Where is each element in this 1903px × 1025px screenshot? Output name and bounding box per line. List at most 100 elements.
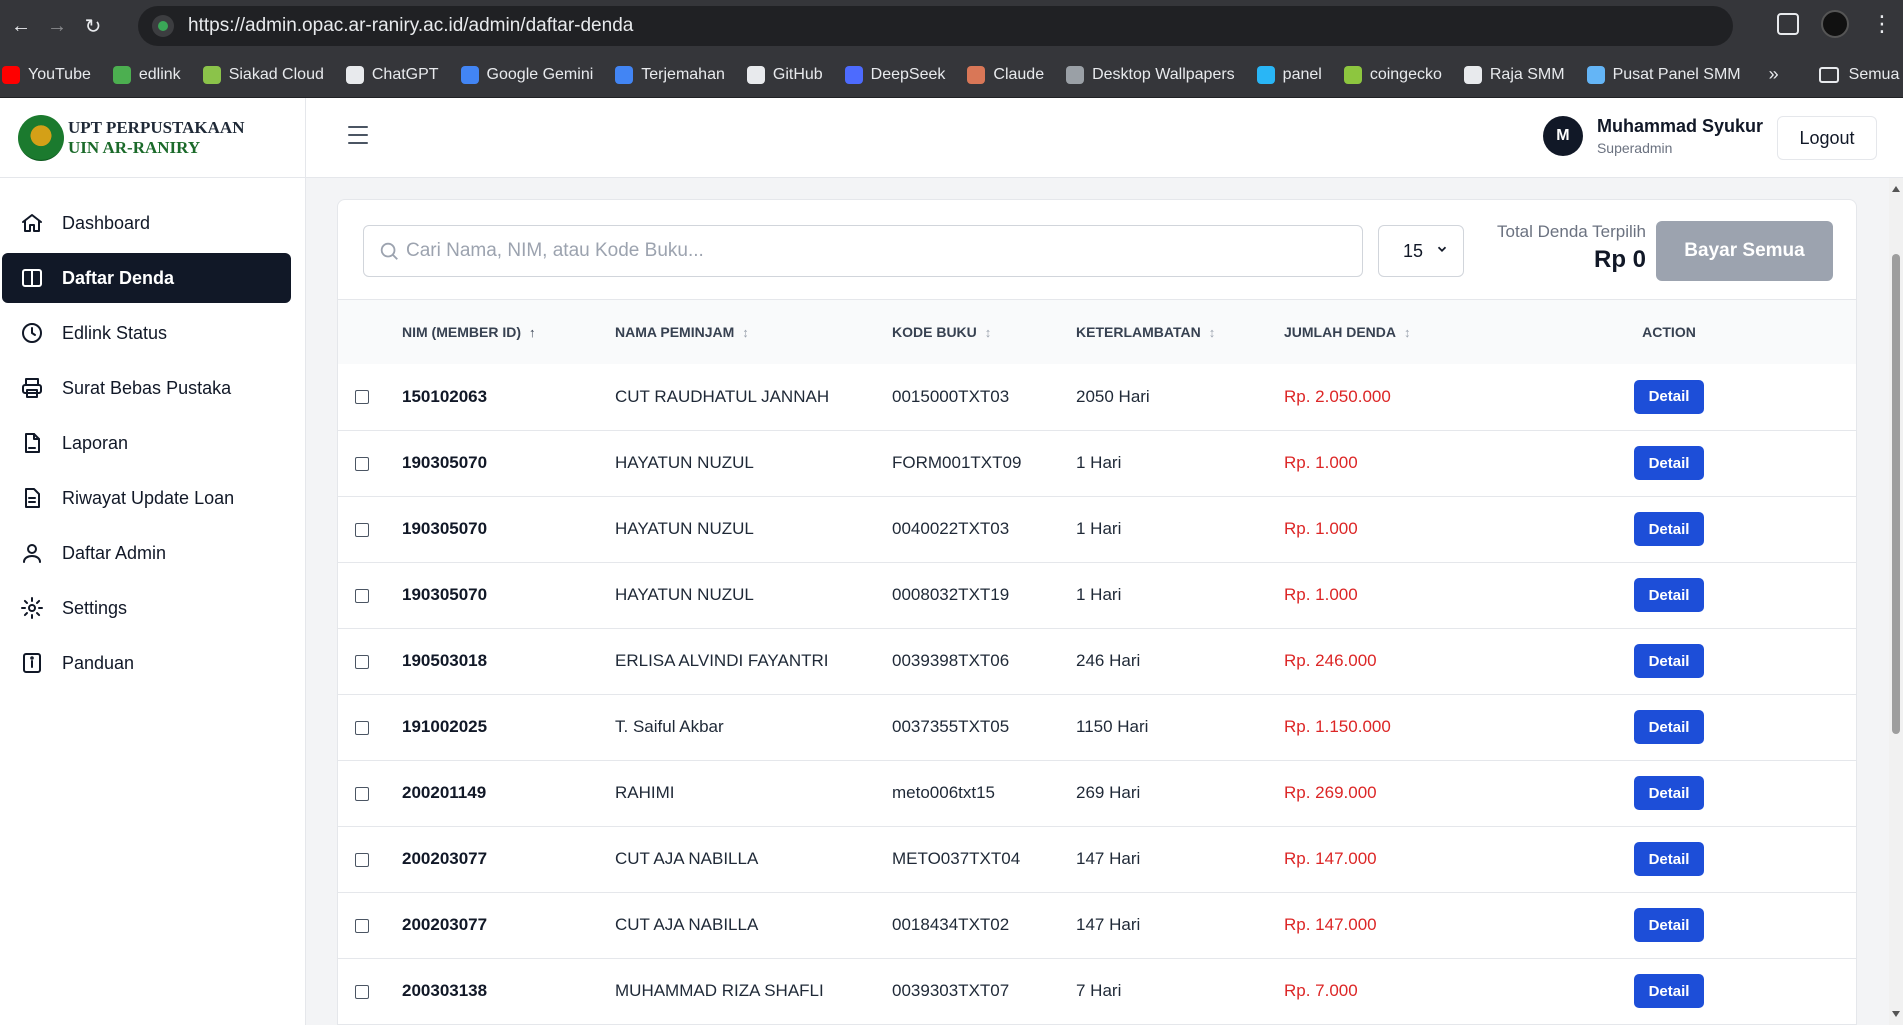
sort-icon[interactable]: ↕	[985, 325, 992, 340]
forward-arrow-icon[interactable]: →	[42, 11, 72, 41]
hamburger-menu-icon[interactable]	[348, 126, 368, 144]
column-header-fine[interactable]: JUMLAH DENDA ↕	[1284, 300, 1484, 364]
sidebar-item-label: Riwayat Update Loan	[62, 487, 235, 508]
row-checkbox[interactable]	[355, 720, 369, 735]
bookmark-favicon-icon	[112, 65, 131, 84]
detail-button[interactable]: Detail	[1634, 842, 1704, 876]
search-box[interactable]	[363, 225, 1363, 277]
row-checkbox[interactable]	[355, 522, 369, 537]
sidebar-item-daftar-denda[interactable]: Daftar Denda	[2, 253, 291, 303]
nim-cell: 200203077	[402, 849, 488, 868]
sidebar-item-settings[interactable]: Settings	[2, 583, 303, 633]
detail-button[interactable]: Detail	[1634, 512, 1704, 546]
filter-bar: 15 Total Denda Terpilih Rp 0 Bayar Semua	[338, 200, 1856, 300]
column-header-name[interactable]: NAMA PEMINJAM ↕	[615, 300, 892, 364]
top-bar: M Muhammad Syukur Superadmin Logout	[306, 98, 1903, 178]
bookmark-item[interactable]: DeepSeek	[844, 65, 945, 84]
bookmark-item[interactable]: panel	[1256, 65, 1322, 84]
sidebar-item-label: Daftar Denda	[62, 267, 175, 288]
row-checkbox[interactable]	[355, 918, 369, 933]
sidebar-item-daftar-admin[interactable]: Daftar Admin	[2, 528, 303, 578]
sort-icon[interactable]: ↕	[1209, 325, 1216, 340]
per-page-select[interactable]: 15	[1378, 225, 1464, 277]
sidebar-item-label: Panduan	[62, 652, 135, 673]
brand-logo[interactable]: UPT PERPUSTAKAAN UIN AR-RANIRY	[0, 98, 305, 178]
browser-menu-icon[interactable]: ⋮	[1871, 13, 1893, 35]
detail-button[interactable]: Detail	[1634, 379, 1704, 414]
site-info-icon[interactable]	[152, 15, 174, 37]
detail-button[interactable]: Detail	[1634, 908, 1704, 942]
sort-icon[interactable]: ↕	[742, 325, 749, 340]
sidebar-item-label: Dashboard	[62, 212, 151, 233]
detail-button[interactable]: Detail	[1634, 974, 1704, 1008]
row-checkbox[interactable]	[355, 786, 369, 801]
detail-button[interactable]: Detail	[1634, 446, 1704, 480]
row-checkbox[interactable]	[355, 984, 369, 999]
sidebar-item-surat-bebas-pustaka[interactable]: Surat Bebas Pustaka	[2, 363, 303, 413]
more-bookmarks-icon[interactable]: »	[1769, 64, 1779, 85]
all-bookmarks-folder[interactable]: Semua Bookmark	[1818, 66, 1903, 84]
bookmark-favicon-icon	[1066, 65, 1085, 84]
sidebar-item-dashboard[interactable]: Dashboard	[2, 198, 303, 248]
sidebar-item-laporan[interactable]: Laporan	[2, 418, 303, 468]
book-code-cell: 0040022TXT03	[892, 519, 1010, 538]
row-checkbox[interactable]	[355, 456, 369, 471]
name-cell: HAYATUN NUZUL	[615, 453, 754, 472]
table-row: 200203077 CUT AJA NABILLA METO037TXT04 147 …	[338, 826, 1856, 892]
column-header-code[interactable]: KODE BUKU ↕	[892, 300, 1076, 364]
sidebar-item-panduan[interactable]: Panduan	[2, 638, 303, 688]
sidebar-item-riwayat-update-loan[interactable]: Riwayat Update Loan	[2, 473, 303, 523]
book-code-cell: 0037355TXT05	[892, 717, 1010, 736]
column-header-nim[interactable]: NIM (MEMBER ID) ↑	[402, 300, 615, 364]
address-bar[interactable]: https://admin.opac.ar-raniry.ac.id/admin…	[138, 6, 1733, 46]
bookmark-item[interactable]: coingecko	[1343, 65, 1442, 84]
bookmark-item[interactable]: GitHub	[746, 65, 823, 84]
pay-all-button[interactable]: Bayar Semua	[1656, 221, 1833, 281]
scroll-thumb[interactable]	[1892, 254, 1900, 734]
bookmark-item[interactable]: Claude	[967, 65, 1044, 84]
bookmark-favicon-icon	[345, 65, 364, 84]
bookmark-item[interactable]: Desktop Wallpapers	[1066, 65, 1235, 84]
fine-cell: Rp. 7.000	[1284, 981, 1358, 1000]
total-label: Total Denda Terpilih	[1497, 222, 1646, 241]
fine-cell: Rp. 269.000	[1284, 783, 1377, 802]
url-text[interactable]: https://admin.opac.ar-raniry.ac.id/admin…	[188, 15, 633, 37]
logout-button[interactable]: Logout	[1777, 116, 1877, 160]
bookmark-item[interactable]: Terjemahan	[615, 65, 725, 84]
late-cell: 1 Hari	[1076, 585, 1122, 604]
scroll-up-icon[interactable]	[1892, 186, 1900, 192]
profile-avatar[interactable]	[1821, 10, 1849, 38]
sort-asc-icon[interactable]: ↑	[529, 325, 536, 340]
row-checkbox[interactable]	[355, 588, 369, 603]
sidebar-item-label: Daftar Admin	[62, 542, 167, 563]
bookmark-item[interactable]: Raja SMM	[1463, 65, 1565, 84]
bookmark-item[interactable]: ChatGPT	[345, 65, 439, 84]
row-checkbox[interactable]	[355, 852, 369, 867]
detail-button[interactable]: Detail	[1634, 578, 1704, 612]
info-icon	[23, 653, 41, 673]
nim-cell: 200201149	[402, 783, 487, 802]
bookmark-label: Pusat Panel SMM	[1612, 65, 1741, 83]
late-cell: 7 Hari	[1076, 981, 1122, 1000]
scroll-down-icon[interactable]	[1892, 1011, 1900, 1017]
detail-button[interactable]: Detail	[1634, 644, 1704, 678]
sidebar-item-edlink-status[interactable]: Edlink Status	[2, 308, 303, 358]
bookmark-item[interactable]: Siakad Cloud	[202, 65, 324, 84]
column-header-late[interactable]: KETERLAMBATAN ↕	[1076, 300, 1284, 364]
bookmark-item[interactable]: Pusat Panel SMM	[1586, 65, 1741, 84]
bookmark-item[interactable]: Google Gemini	[460, 65, 593, 84]
printer-icon	[22, 378, 42, 398]
row-checkbox[interactable]	[355, 390, 369, 405]
bookmark-item[interactable]: edlink	[112, 65, 181, 84]
page-scrollbar[interactable]	[1889, 178, 1903, 1025]
sort-icon[interactable]: ↕	[1404, 325, 1411, 340]
bookmark-label: edlink	[138, 65, 181, 83]
extensions-icon[interactable]	[1777, 13, 1799, 35]
detail-button[interactable]: Detail	[1634, 776, 1704, 810]
bookmark-item[interactable]: YouTube	[2, 65, 91, 84]
row-checkbox[interactable]	[355, 654, 369, 669]
detail-button[interactable]: Detail	[1634, 710, 1704, 744]
back-arrow-icon[interactable]: ←	[6, 11, 36, 41]
reload-icon[interactable]: ↻	[78, 11, 108, 41]
search-input[interactable]	[406, 240, 1346, 262]
